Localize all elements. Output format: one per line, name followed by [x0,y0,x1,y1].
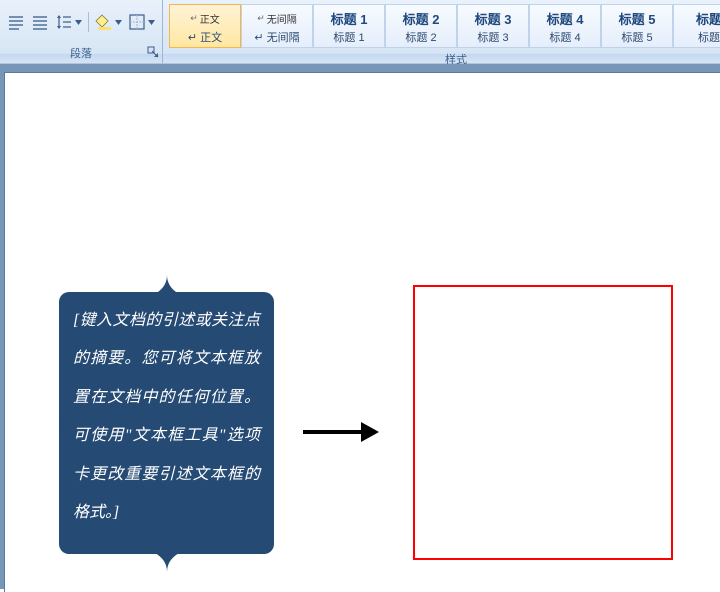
style-preview-text: 标题 4 [547,9,584,28]
style-item-0[interactable]: ↵正文↵ 正文 [169,4,241,48]
style-preview-text: 标题 [696,9,720,28]
align-justify-button[interactable] [5,11,27,33]
chevron-down-icon [148,19,155,26]
borders-button[interactable] [126,11,157,33]
style-preview-text: 标题 3 [475,9,512,28]
document-page[interactable]: [键入文档的引述或关注点的摘要。您可将文本框放置在文档中的任何位置。可使用"文本… [4,72,720,592]
style-preview: 标题 [674,5,720,28]
style-item-7[interactable]: 标题标题 [673,4,720,48]
style-item-3[interactable]: 标题 2标题 2 [385,4,457,48]
callout-textbox[interactable]: [键入文档的引述或关注点的摘要。您可将文本框放置在文档中的任何位置。可使用"文本… [59,276,274,571]
ribbon: 段落 ↵正文↵ 正文↵无间隔↵ 无间隔标题 1标题 1标题 2标题 2标题 3标… [0,0,720,64]
chevron-down-icon [115,19,122,26]
styles-gallery: ↵正文↵ 正文↵无间隔↵ 无间隔标题 1标题 1标题 2标题 2标题 3标题 3… [163,0,720,50]
style-name-label: 标题 3 [458,28,528,47]
paragraph-panel-body [0,0,162,44]
style-preview-text: 标题 1 [331,9,368,28]
styles-panel: ↵正文↵ 正文↵无间隔↵ 无间隔标题 1标题 1标题 2标题 2标题 3标题 3… [163,0,720,63]
paragraph-panel: 段落 [0,0,163,63]
paragraph-marker-icon: ↵ [257,13,265,24]
paragraph-marker-icon: ↵ [190,13,198,24]
style-preview-text: 标题 5 [619,9,656,28]
callout-ornament-bottom [102,544,232,572]
style-item-5[interactable]: 标题 4标题 4 [529,4,601,48]
line-spacing-button[interactable] [53,11,84,33]
style-name-label: 标题 [674,28,720,47]
style-preview: ↵正文 [170,5,240,28]
style-preview-text: 无间隔 [267,11,297,26]
style-preview-text: 正文 [200,11,220,26]
callout-text[interactable]: [键入文档的引述或关注点的摘要。您可将文本框放置在文档中的任何位置。可使用"文本… [73,302,260,545]
paragraph-label-text: 段落 [70,48,92,60]
chevron-down-icon [75,19,82,26]
style-name-label: ↵ 无间隔 [242,28,312,47]
red-rectangle-annotation [413,285,673,560]
style-item-1[interactable]: ↵无间隔↵ 无间隔 [241,4,313,48]
style-preview-text: 标题 2 [403,9,440,28]
callout-ornament-top [102,275,232,303]
style-name-label: 标题 5 [602,28,672,47]
style-item-6[interactable]: 标题 5标题 5 [601,4,673,48]
style-preview: 标题 5 [602,5,672,28]
style-preview: 标题 2 [386,5,456,28]
style-preview: 标题 1 [314,5,384,28]
style-name-label: 标题 1 [314,28,384,47]
document-background: [键入文档的引述或关注点的摘要。您可将文本框放置在文档中的任何位置。可使用"文本… [0,64,720,589]
style-name-label: 标题 2 [386,28,456,47]
shading-button[interactable] [93,11,124,33]
style-preview: ↵无间隔 [242,5,312,28]
style-name-label: 标题 4 [530,28,600,47]
style-preview: 标题 3 [458,5,528,28]
style-item-4[interactable]: 标题 3标题 3 [457,4,529,48]
paragraph-dialog-launcher[interactable] [147,46,159,58]
arrow-shape[interactable] [301,417,379,447]
style-item-2[interactable]: 标题 1标题 1 [313,4,385,48]
paragraph-panel-label: 段落 [0,44,162,63]
style-name-label: ↵ 正文 [170,28,240,47]
style-preview: 标题 4 [530,5,600,28]
align-distribute-button[interactable] [29,11,51,33]
divider [88,12,89,32]
